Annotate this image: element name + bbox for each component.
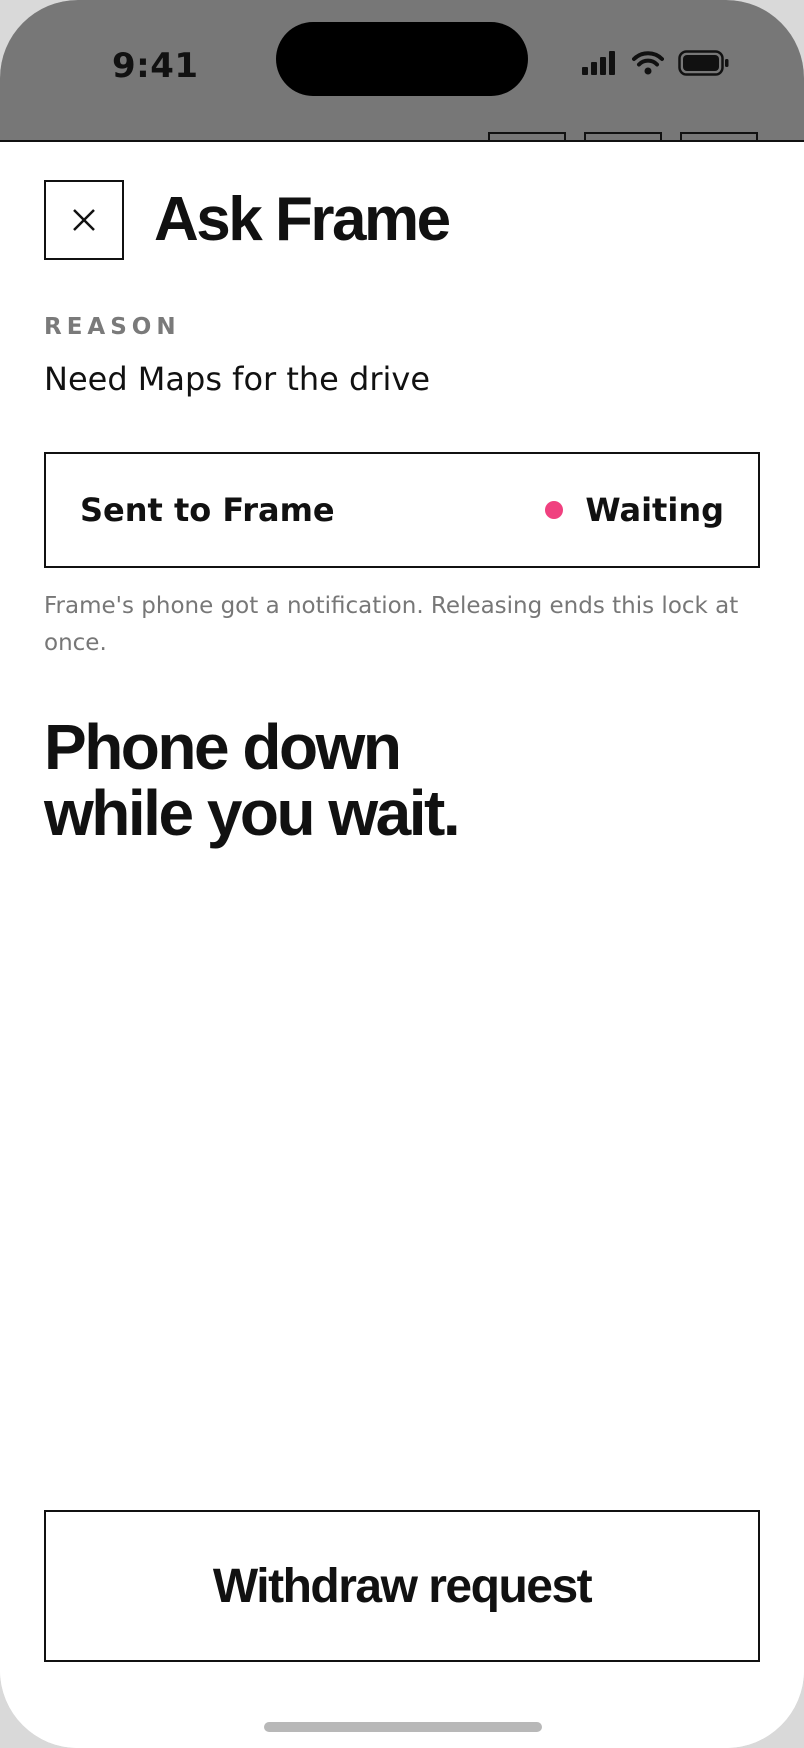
status-time: 9:41 [112,46,199,86]
request-status-card: Sent to Frame Waiting [44,452,760,568]
close-button[interactable] [44,180,124,260]
headline: Phone down while you wait. [44,714,760,846]
dynamic-island [276,22,528,96]
reason-label: REASON [44,314,181,340]
withdraw-request-button[interactable]: Withdraw request [44,1510,760,1662]
recipient-label: Sent to Frame [80,491,335,529]
sheet-header: Ask Frame [44,180,451,260]
ask-sheet: Ask Frame REASON Need Maps for the drive… [0,140,804,1748]
close-icon [73,209,95,231]
home-indicator [264,1722,542,1732]
reason-text: Need Maps for the drive [44,360,431,398]
battery-icon [678,50,729,76]
status-text: Waiting [585,491,724,529]
notification-note: Frame's phone got a notification. Releas… [44,593,739,656]
wifi-icon [632,51,664,75]
page-title: Ask Frame [154,185,451,254]
cellular-signal-icon [582,51,615,75]
headline-line-2: while you wait. [44,777,461,849]
phone-screen: 9:41 Ask Frame REASON Need Maps for the … [0,0,804,1748]
status-icons [582,50,730,76]
status-bar: 9:41 [0,0,804,142]
headline-line-1: Phone down [44,711,402,783]
waiting-indicator-dot [545,501,564,519]
status-badge: Waiting [545,491,724,529]
